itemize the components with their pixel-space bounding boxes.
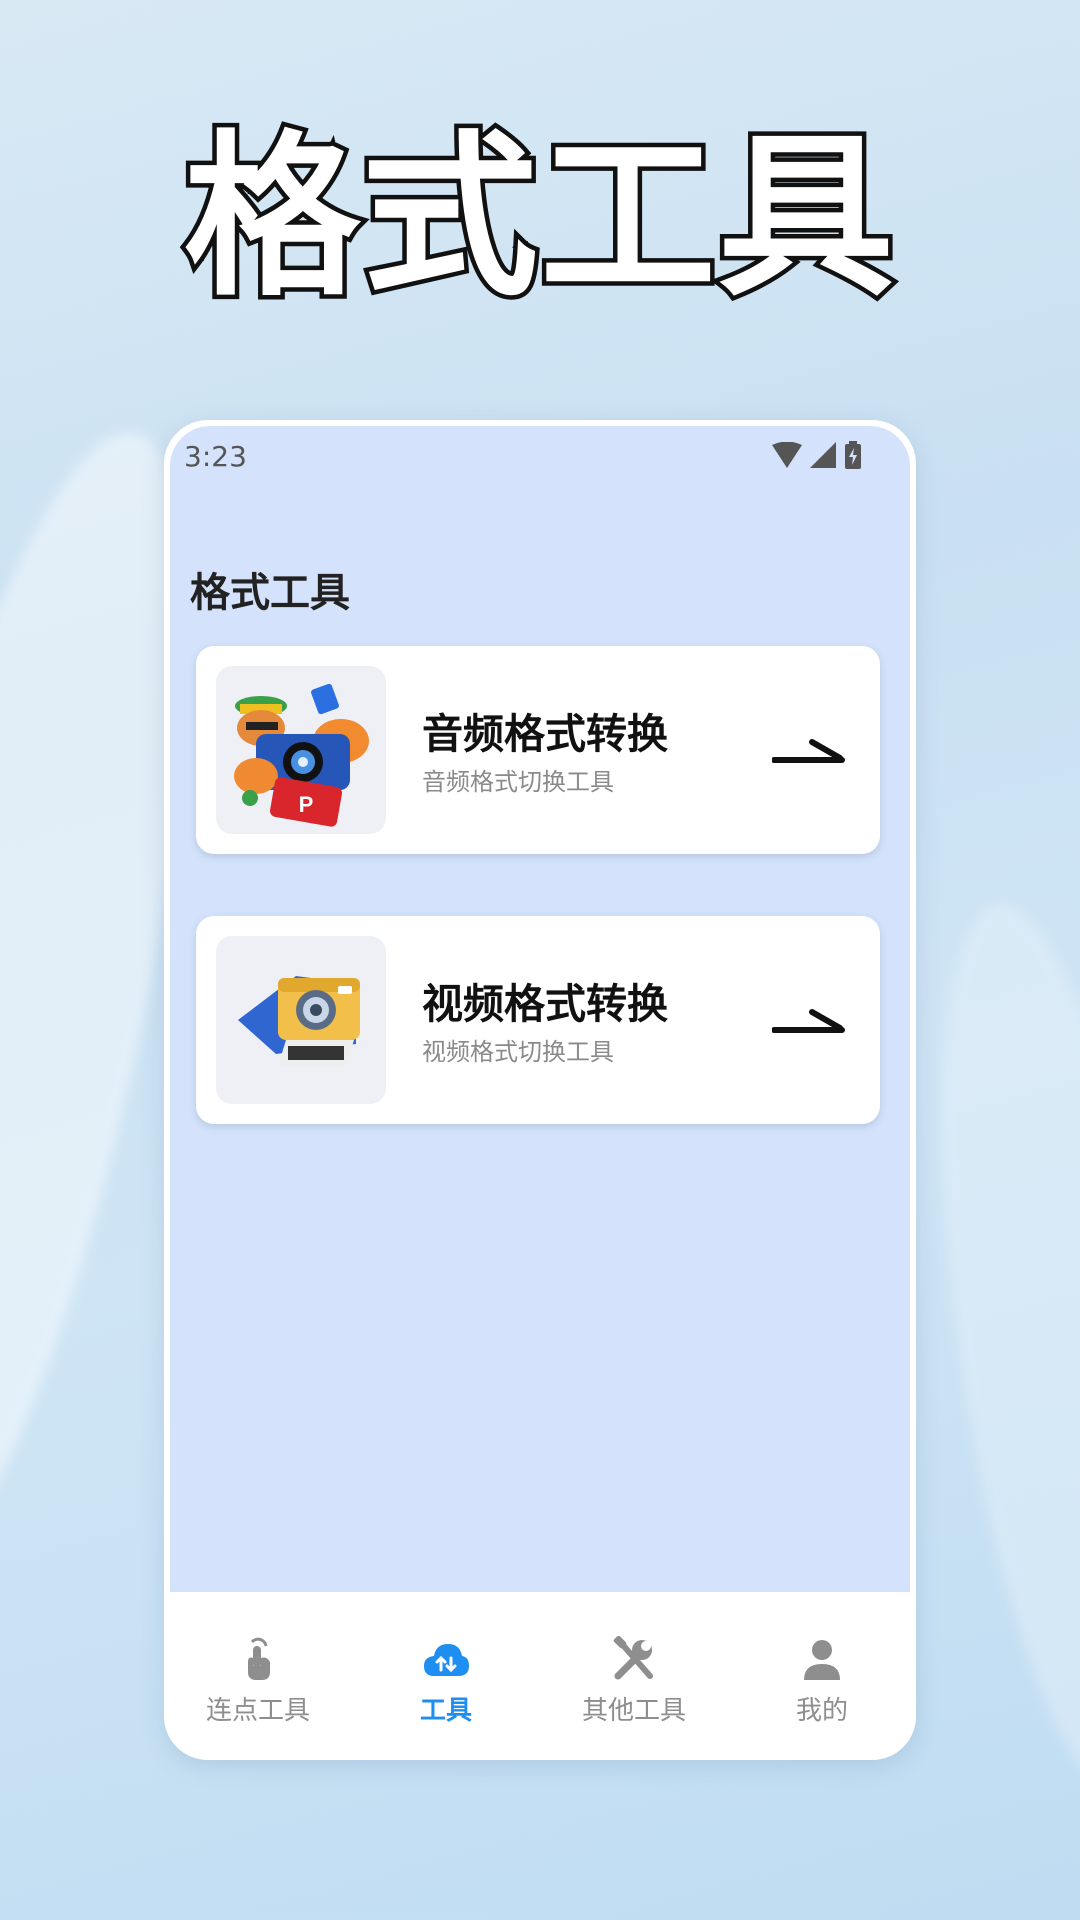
- instant-camera-icon: [216, 936, 386, 1104]
- wifi-icon: [772, 442, 802, 468]
- card-title: 视频格式转换: [422, 980, 668, 1028]
- card-title: 音频格式转换: [422, 710, 668, 758]
- arrow-right-icon: [772, 739, 845, 763]
- audio-convert-card[interactable]: P 音频格式转换 音频格式切换工具: [196, 646, 880, 854]
- app-screen: 3:23 格式工具 P 音频格式转换 音频格式切换工具 视频格式转换 视频格式切…: [170, 426, 910, 1592]
- video-convert-card[interactable]: 视频格式转换 视频格式切换工具: [196, 916, 880, 1124]
- camera-mascot-icon: P: [216, 666, 386, 834]
- battery-icon: [845, 441, 861, 469]
- signal-icon: [810, 442, 836, 468]
- status-icons: [772, 440, 862, 470]
- svg-text:P: P: [299, 792, 314, 817]
- tab-label: 连点工具: [205, 1696, 310, 1726]
- card-subtitle: 音频格式切换工具: [422, 768, 614, 796]
- tab-label: 我的: [795, 1696, 848, 1726]
- status-time: 3:23: [184, 440, 247, 473]
- phone-mockup: 3:23 格式工具 P 音频格式转换 音频格式切换工具 视频格式转换 视频格式切…: [164, 420, 916, 1760]
- arrow-right-icon: [772, 1009, 845, 1033]
- tab-label: 其他工具: [581, 1696, 686, 1726]
- person-icon: [804, 1640, 840, 1680]
- tab-label: 工具: [419, 1696, 472, 1726]
- cloud-sync-icon: [424, 1644, 469, 1676]
- wrench-screwdriver-icon: [613, 1636, 653, 1680]
- bottom-tab-bar: 连点工具 工具 其他工具 我的: [164, 1592, 916, 1760]
- card-subtitle: 视频格式切换工具: [422, 1038, 614, 1066]
- hero-title: 格式工具: [179, 115, 898, 320]
- tab-tap-tool[interactable]: 连点工具: [164, 1592, 352, 1760]
- tab-tools[interactable]: 工具: [352, 1592, 540, 1760]
- page-title: 格式工具: [190, 570, 350, 616]
- tap-finger-icon: [248, 1637, 270, 1680]
- tab-mine[interactable]: 我的: [728, 1592, 916, 1760]
- background-streak: [898, 890, 1080, 1810]
- status-bar: 3:23: [170, 426, 910, 478]
- tab-other-tools[interactable]: 其他工具: [540, 1592, 728, 1760]
